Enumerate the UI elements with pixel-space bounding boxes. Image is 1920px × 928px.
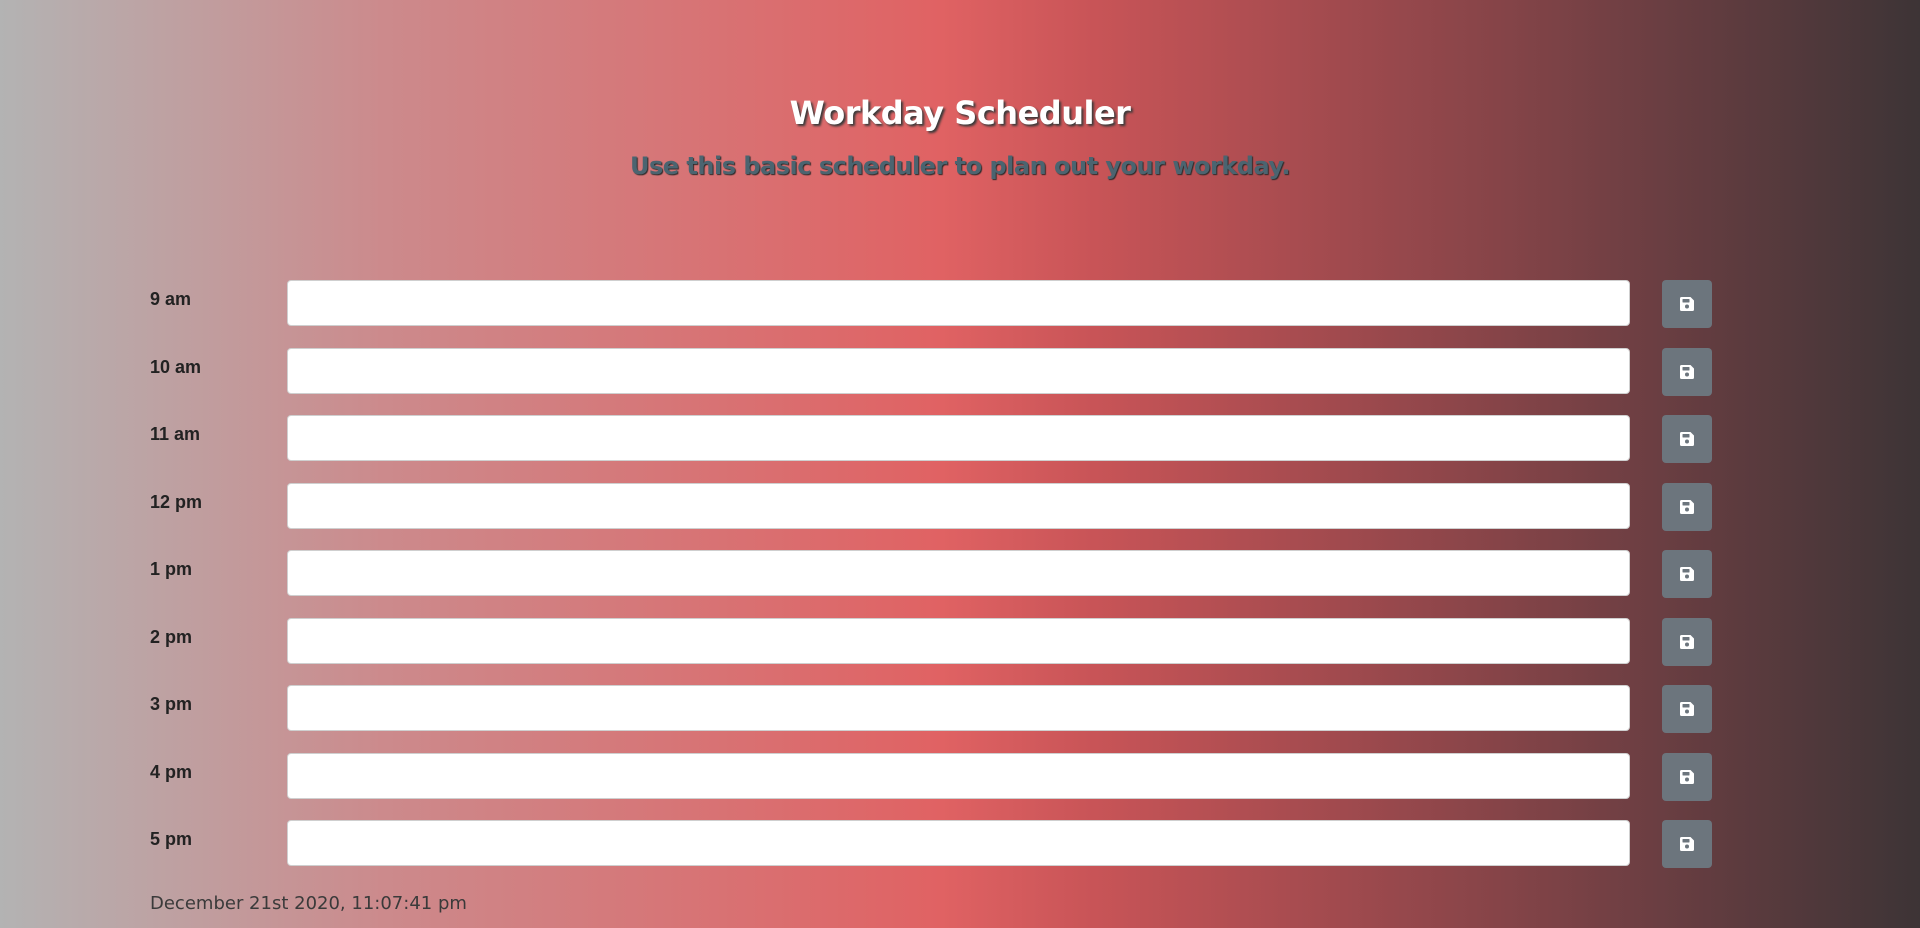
event-input[interactable] bbox=[287, 348, 1630, 394]
time-block-3pm: 3 pm bbox=[150, 685, 1712, 733]
hour-label: 5 pm bbox=[150, 829, 193, 849]
hour-label: 3 pm bbox=[150, 694, 193, 714]
floppy-disk-icon bbox=[1680, 365, 1694, 379]
hour-label: 11 am bbox=[150, 424, 201, 444]
time-block-2pm: 2 pm bbox=[150, 618, 1712, 666]
event-input[interactable] bbox=[287, 618, 1630, 664]
floppy-disk-icon bbox=[1680, 500, 1694, 514]
floppy-disk-icon bbox=[1680, 770, 1694, 784]
save-button[interactable] bbox=[1662, 753, 1712, 801]
time-block-5pm: 5 pm bbox=[150, 820, 1712, 868]
current-datetime: December 21st 2020, 11:07:41 pm bbox=[150, 893, 467, 914]
event-input[interactable] bbox=[287, 550, 1630, 596]
time-block-11am: 11 am bbox=[150, 415, 1712, 463]
event-input[interactable] bbox=[287, 685, 1630, 731]
save-button[interactable] bbox=[1662, 550, 1712, 598]
event-input[interactable] bbox=[287, 280, 1630, 326]
floppy-disk-icon bbox=[1680, 635, 1694, 649]
hour-label: 9 am bbox=[150, 289, 192, 309]
event-input[interactable] bbox=[287, 415, 1630, 461]
floppy-disk-icon bbox=[1680, 837, 1694, 851]
time-block-4pm: 4 pm bbox=[150, 753, 1712, 801]
save-button[interactable] bbox=[1662, 415, 1712, 463]
hour-label: 10 am bbox=[150, 357, 202, 377]
save-button[interactable] bbox=[1662, 280, 1712, 328]
event-input[interactable] bbox=[287, 820, 1630, 866]
time-block-9am: 9 am bbox=[150, 280, 1712, 328]
hour-label: 12 pm bbox=[150, 492, 203, 512]
event-input[interactable] bbox=[287, 483, 1630, 529]
hour-label: 1 pm bbox=[150, 559, 193, 579]
save-button[interactable] bbox=[1662, 348, 1712, 396]
floppy-disk-icon bbox=[1680, 567, 1694, 581]
save-button[interactable] bbox=[1662, 618, 1712, 666]
floppy-disk-icon bbox=[1680, 702, 1694, 716]
floppy-disk-icon bbox=[1680, 432, 1694, 446]
save-button[interactable] bbox=[1662, 820, 1712, 868]
time-block-12pm: 12 pm bbox=[150, 483, 1712, 531]
hour-label: 4 pm bbox=[150, 762, 193, 782]
save-button[interactable] bbox=[1662, 685, 1712, 733]
save-button[interactable] bbox=[1662, 483, 1712, 531]
hour-label: 2 pm bbox=[150, 627, 193, 647]
page-subtitle: Use this basic scheduler to plan out you… bbox=[630, 152, 1290, 180]
time-block-1pm: 1 pm bbox=[150, 550, 1712, 598]
time-block-10am: 10 am bbox=[150, 348, 1712, 396]
event-input[interactable] bbox=[287, 753, 1630, 799]
floppy-disk-icon bbox=[1680, 297, 1694, 311]
page-title: Workday Scheduler bbox=[789, 94, 1131, 132]
